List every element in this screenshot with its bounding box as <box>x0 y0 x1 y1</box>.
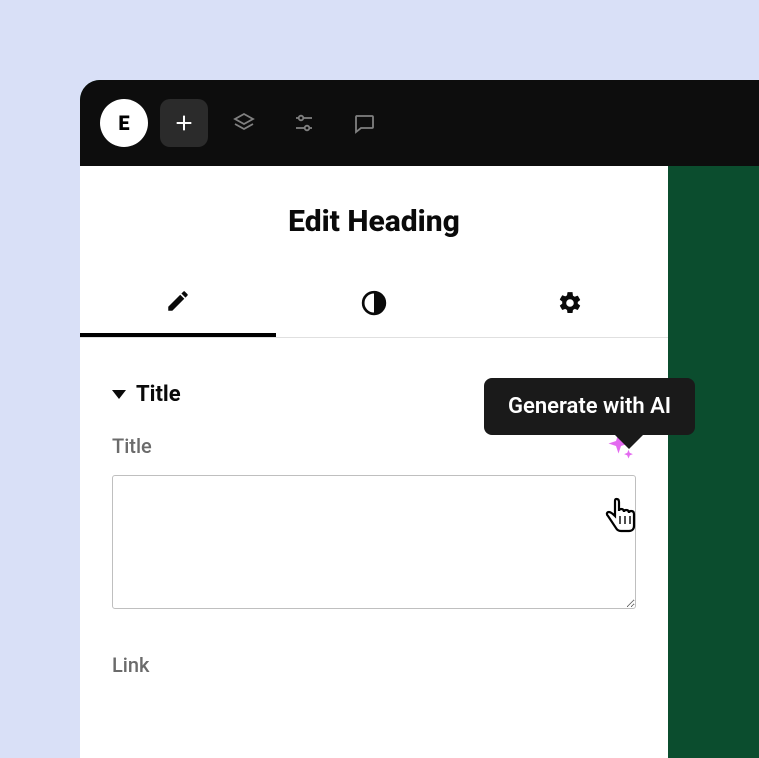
topbar: E <box>80 80 759 166</box>
caret-down-icon <box>112 390 126 399</box>
add-element-button[interactable] <box>160 99 208 147</box>
layers-icon <box>232 111 256 135</box>
tab-advanced[interactable] <box>472 269 668 337</box>
title-textarea[interactable] <box>112 475 636 609</box>
tabs <box>80 269 668 338</box>
tab-content[interactable] <box>80 269 276 337</box>
ai-tooltip: Generate with AI <box>484 378 695 435</box>
tab-style[interactable] <box>276 269 472 337</box>
page-settings-button[interactable] <box>280 99 328 147</box>
gear-icon <box>557 290 583 316</box>
plus-icon <box>173 112 195 134</box>
sliders-icon <box>292 111 316 135</box>
panel-title: Edit Heading <box>80 166 668 269</box>
tooltip-text: Generate with AI <box>508 394 671 419</box>
elementor-logo[interactable]: E <box>100 99 148 147</box>
comments-button[interactable] <box>340 99 388 147</box>
section-header-label: Title <box>136 382 181 407</box>
title-label: Title <box>112 434 152 458</box>
contrast-icon <box>361 290 387 316</box>
pencil-icon <box>165 288 191 314</box>
navigator-button[interactable] <box>220 99 268 147</box>
logo-text: E <box>118 111 129 135</box>
link-label: Link <box>112 653 636 677</box>
title-field-row: Title <box>112 431 636 475</box>
chat-icon <box>352 111 376 135</box>
edit-panel: Edit Heading Title <box>80 166 668 758</box>
